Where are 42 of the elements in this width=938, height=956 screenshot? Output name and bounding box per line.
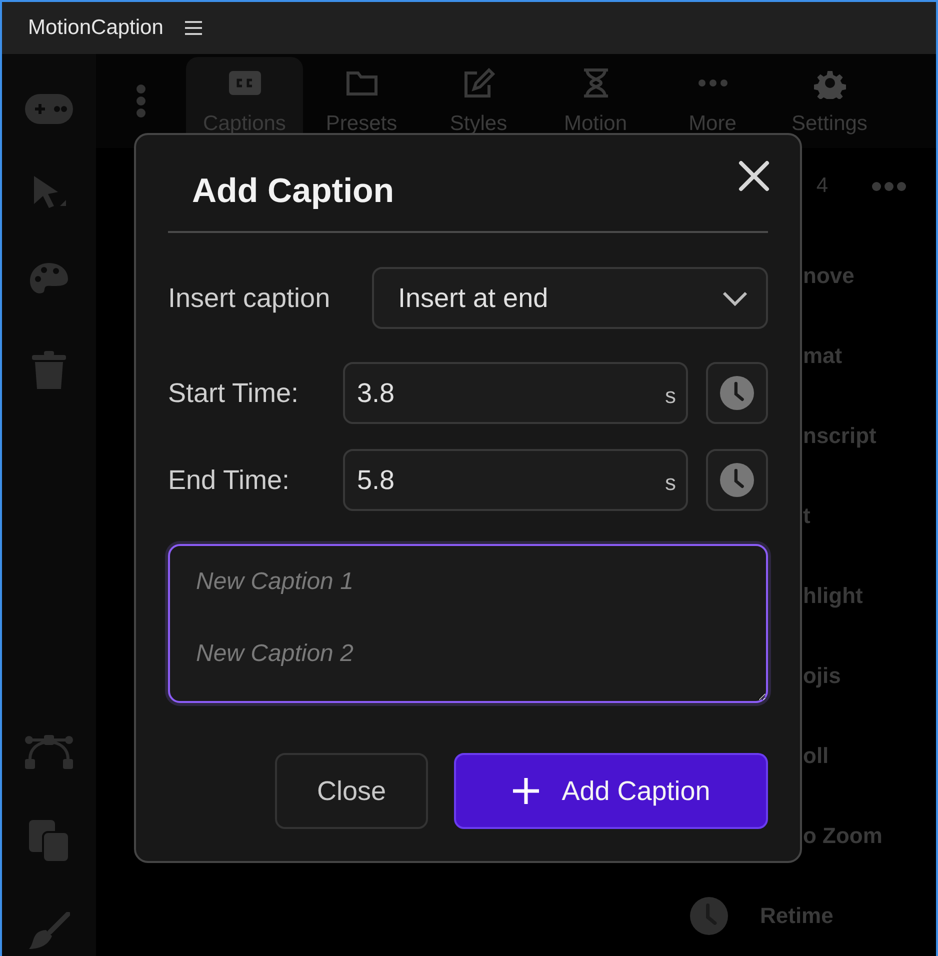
brush-icon[interactable]: [28, 912, 70, 950]
folder-icon: [346, 70, 378, 96]
insert-dropdown[interactable]: Insert at end: [372, 267, 768, 329]
field-label: Insert caption: [168, 282, 330, 314]
hourglass-icon: [582, 68, 610, 98]
edit-icon: [462, 68, 494, 98]
more-icon[interactable]: [872, 182, 906, 190]
menu-item[interactable]: nscript: [803, 423, 876, 449]
add-caption-button[interactable]: Add Caption: [454, 753, 768, 829]
clock-button[interactable]: [706, 362, 768, 424]
menu-item[interactable]: mat: [803, 343, 842, 369]
clock-icon: [720, 376, 754, 410]
menu-item[interactable]: ojis: [803, 663, 841, 689]
close-button[interactable]: Close: [275, 753, 428, 829]
menu-item[interactable]: hlight: [803, 583, 863, 609]
menu-item[interactable]: oll: [803, 743, 829, 769]
chevron-down-icon: [722, 290, 748, 306]
menu-item[interactable]: nove: [803, 263, 854, 289]
menu-item[interactable]: o Zoom: [803, 823, 882, 849]
field-label: End Time:: [168, 464, 290, 496]
plus-icon: [512, 777, 540, 805]
gamepad-icon[interactable]: [25, 94, 73, 124]
dialog-title: Add Caption: [192, 172, 394, 210]
field-label: Start Time:: [168, 378, 299, 408]
menu-icon[interactable]: [185, 21, 202, 35]
trash-icon[interactable]: [32, 350, 66, 390]
menu-item[interactable]: t: [803, 503, 810, 529]
close-icon[interactable]: [738, 160, 770, 192]
menu-item[interactable]: Retime: [760, 903, 834, 929]
time-field[interactable]: 3.8 s: [343, 362, 688, 424]
count-label: 4: [816, 174, 828, 198]
clock-button[interactable]: [706, 449, 768, 511]
more-icon: [698, 79, 728, 87]
copy-icon[interactable]: [29, 820, 69, 862]
clock-icon: [720, 463, 754, 497]
closed-captions-icon: [228, 71, 260, 95]
time-field[interactable]: 5.8 s: [343, 449, 688, 511]
bezier-icon[interactable]: [25, 734, 73, 770]
clock-icon: [690, 897, 728, 935]
caption-text-area[interactable]: New Caption 1 New Caption 2: [168, 544, 768, 703]
app-title: MotionCaption: [28, 16, 164, 40]
vertical-dots-icon[interactable]: [136, 84, 146, 118]
